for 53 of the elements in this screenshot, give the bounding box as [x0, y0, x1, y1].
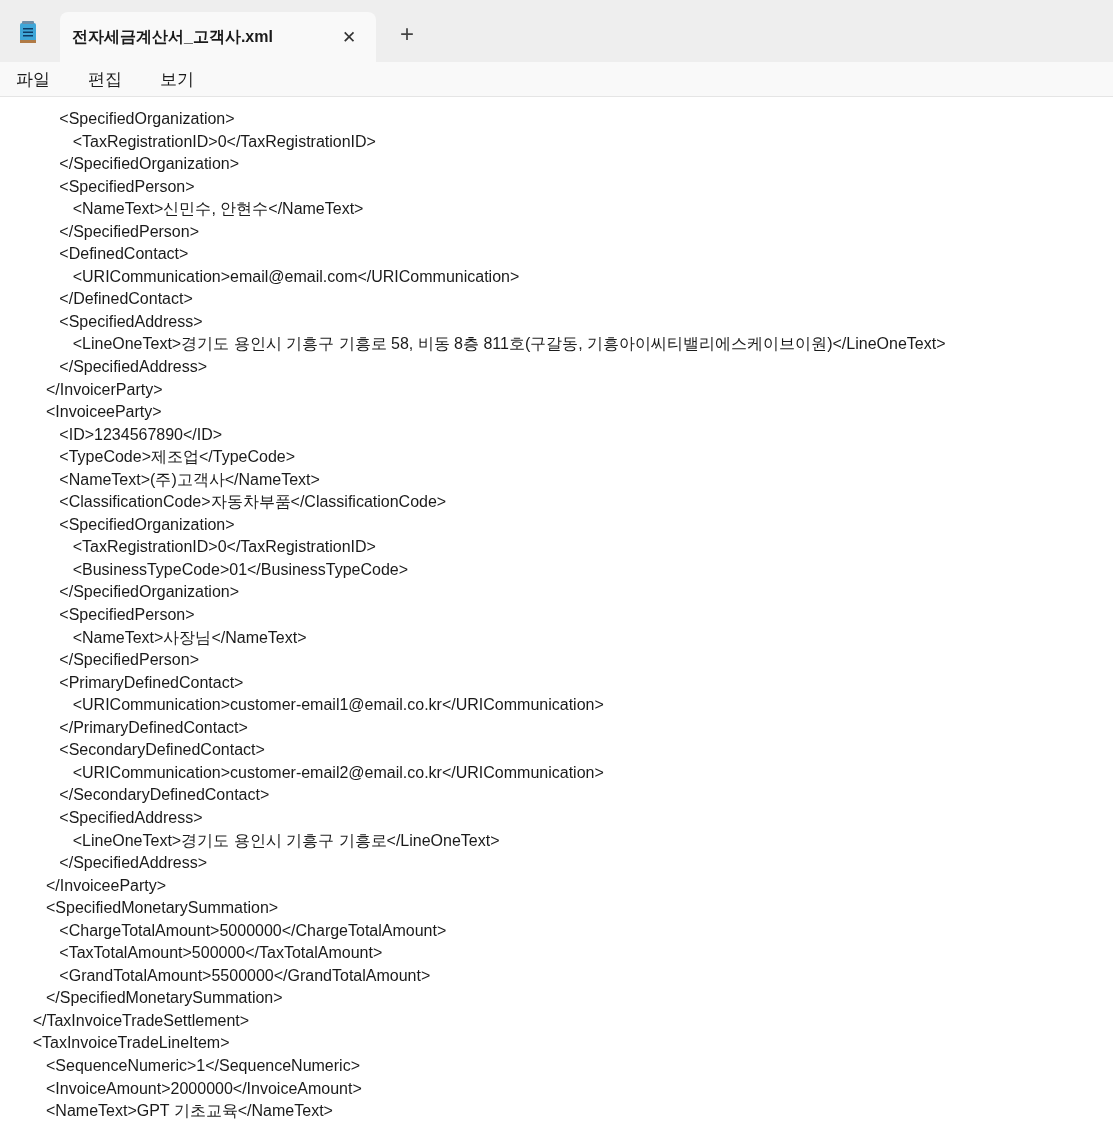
menu-item[interactable]: 보기 — [160, 67, 194, 91]
code-line: <PrimaryDefinedContact> — [58, 672, 245, 693]
code-line: <TaxRegistrationID>0</TaxRegistrationID> — [71, 131, 377, 152]
code-line: </SpecifiedMonetarySummation> — [45, 988, 284, 1009]
code-line: </SpecifiedAddress> — [58, 853, 208, 874]
code-line: <BusinessTypeCode>01</BusinessTypeCode> — [71, 559, 409, 580]
code-line: <InvoiceeParty> — [45, 402, 163, 423]
code-line: <URICommunication>customer-email1@email.co.kr</URICommunication> — [71, 695, 605, 716]
close-icon[interactable]: ✕ — [342, 26, 356, 48]
code-line: </SpecifiedAddress> — [58, 357, 208, 377]
code-line: <InvoiceAmount>2000000</InvoiceAmount> — [45, 1078, 363, 1099]
code-line: <DefinedContact> — [58, 244, 190, 265]
code-line: <NameText>신민수, 안현수</NameText> — [71, 199, 365, 220]
file-tab[interactable]: 전자세금계산서_고객사.xml ✕ — [60, 12, 376, 62]
notepad-icon — [18, 21, 38, 45]
code-line: </SpecifiedPerson> — [58, 221, 200, 242]
code-line: <URICommunication>customer-email2@email.co.kr</URICommunication> — [71, 762, 605, 783]
code-line: </InvoicerParty> — [45, 379, 164, 400]
code-line: <SpecifiedMonetarySummation> — [45, 898, 280, 919]
code-line: <SpecifiedAddress> — [58, 311, 204, 332]
tab-title: 전자세금계산서_고객사.xml — [72, 26, 273, 47]
new-tab-button[interactable]: + — [400, 20, 414, 48]
code-line: <SpecifiedPerson> — [58, 605, 196, 626]
code-line: <SecondaryDefinedContact> — [58, 740, 266, 761]
code-line: <GrandTotalAmount>5500000</GrandTotalAmount> — [58, 965, 432, 986]
code-line: </SecondaryDefinedContact> — [58, 785, 271, 806]
code-line: </InvoiceeParty> — [45, 875, 168, 896]
code-line: <ChargeTotalAmount>5000000</ChargeTotalAmount> — [58, 920, 448, 941]
code-line: <ID>1234567890</ID> — [58, 424, 224, 445]
menu-item[interactable]: 파일 — [16, 67, 50, 91]
code-line: </SpecifiedPerson> — [58, 650, 200, 671]
code-line: <TaxInvoiceTradeLineItem> — [31, 1033, 231, 1054]
code-line: </SpecifiedOrganization> — [58, 154, 240, 175]
code-line: </SpecifiedOrganization> — [58, 582, 240, 603]
code-line: <NameText>(주)고객사</NameText> — [58, 469, 321, 490]
code-line: <SpecifiedOrganization> — [58, 514, 236, 535]
code-line: <NameText>GPT 기초교육</NameText> — [45, 1101, 334, 1122]
code-line: <LineOneText>경기도 용인시 기흥구 기흥로</LineOneText> — [71, 830, 501, 851]
code-line: <TaxTotalAmount>500000</TaxTotalAmount> — [58, 943, 384, 964]
menu-item[interactable]: 편집 — [88, 67, 122, 91]
code-line: <SequenceNumeric>1</SequenceNumeric> — [45, 1055, 361, 1076]
code-line: <NameText>사장님</NameText> — [71, 627, 308, 648]
code-line: <URICommunication>email@email.com</URICommunication> — [71, 266, 521, 287]
code-line: <SpecifiedPerson> — [58, 176, 196, 197]
code-line: <TaxRegistrationID>0</TaxRegistrationID> — [71, 537, 377, 558]
code-line: </TaxInvoiceTradeSettlement> — [31, 1010, 251, 1031]
code-line: <LineOneText>경기도 용인시 기흥구 기흥로 58, 비동 8층 811호(구갈동, 기흥아이씨티밸리에스케이브이원)</LineOneText> — [71, 334, 947, 355]
code-line: </DefinedContact> — [58, 289, 194, 310]
code-line: <SpecifiedOrganization> — [58, 109, 236, 129]
code-line: <TypeCode>제조업</TypeCode> — [58, 447, 297, 468]
code-line: </PrimaryDefinedContact> — [58, 717, 249, 738]
code-line: <SpecifiedAddress> — [58, 807, 204, 828]
code-line: <ClassificationCode>자동차부품</ClassificationCode> — [58, 492, 448, 513]
